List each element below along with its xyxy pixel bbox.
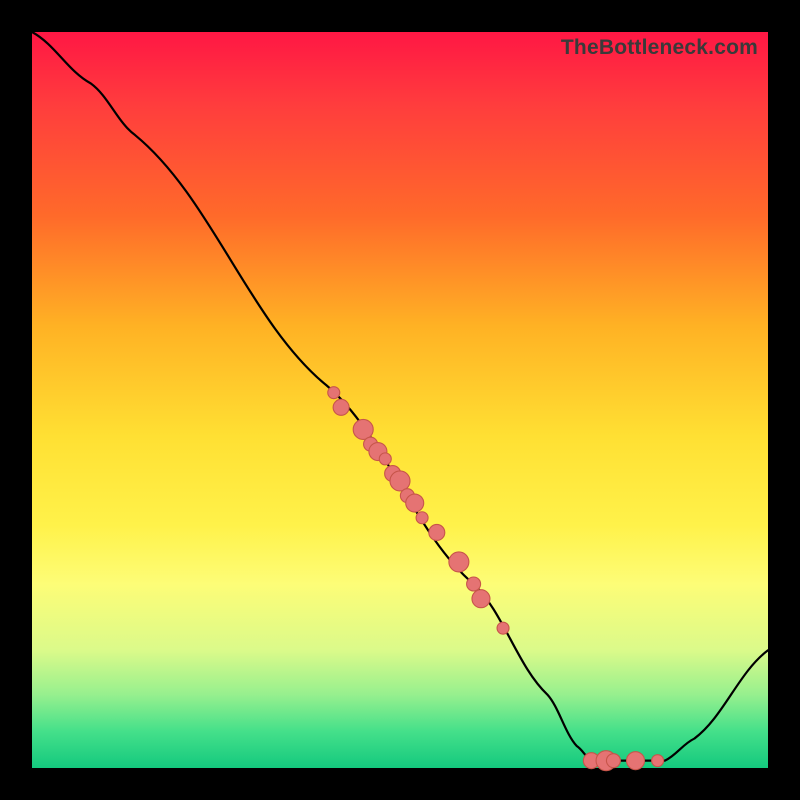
chart-svg	[32, 32, 768, 768]
data-point	[416, 512, 428, 524]
data-point	[497, 622, 509, 634]
plot-area: TheBottleneck.com	[32, 32, 768, 768]
data-point	[406, 494, 424, 512]
chart-frame: TheBottleneck.com	[0, 0, 800, 800]
data-point	[429, 524, 445, 540]
data-point	[333, 399, 349, 415]
data-point	[353, 419, 373, 439]
data-point	[652, 755, 664, 767]
data-point	[390, 471, 410, 491]
data-point	[606, 754, 620, 768]
bottleneck-curve	[32, 32, 768, 761]
data-point	[472, 590, 490, 608]
scatter-group	[328, 387, 664, 771]
data-point	[627, 752, 645, 770]
data-point	[467, 577, 481, 591]
data-point	[449, 552, 469, 572]
data-point	[379, 453, 391, 465]
data-point	[328, 387, 340, 399]
